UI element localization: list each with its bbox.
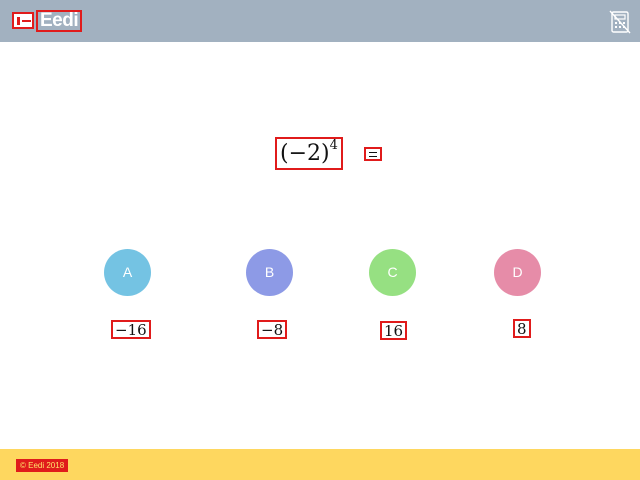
option-d-answer[interactable]: 8 (513, 319, 531, 338)
question-expression: (−2)4 (275, 137, 343, 170)
option-b-letter: B (264, 264, 275, 280)
logo-text: Eedi (36, 10, 83, 32)
option-a-letter: A (122, 264, 133, 280)
option-a-button[interactable]: A (104, 249, 151, 296)
option-b-button[interactable]: B (246, 249, 293, 296)
equals-sign (364, 147, 382, 161)
option-a-answer[interactable]: −16 (111, 320, 151, 339)
option-c-letter: C (387, 264, 398, 280)
option-d-letter: D (512, 264, 523, 280)
question-exponent: 4 (329, 137, 338, 153)
option-b-answer[interactable]: −8 (257, 320, 288, 339)
option-c-answer[interactable]: 16 (380, 321, 408, 340)
copyright-text: © Eedi 2018 (16, 459, 69, 472)
quiz-page: Eedi (−2)4 A −16 B −8 C 16 D 8 © Eedi 20… (0, 0, 640, 480)
calculator-disabled-icon[interactable] (608, 10, 632, 34)
option-c-button[interactable]: C (369, 249, 416, 296)
logo-icon (12, 12, 34, 29)
footer-bar (0, 449, 640, 480)
header-bar: Eedi (0, 0, 640, 42)
question-base: (−2) (280, 141, 330, 166)
option-d-button[interactable]: D (494, 249, 541, 296)
